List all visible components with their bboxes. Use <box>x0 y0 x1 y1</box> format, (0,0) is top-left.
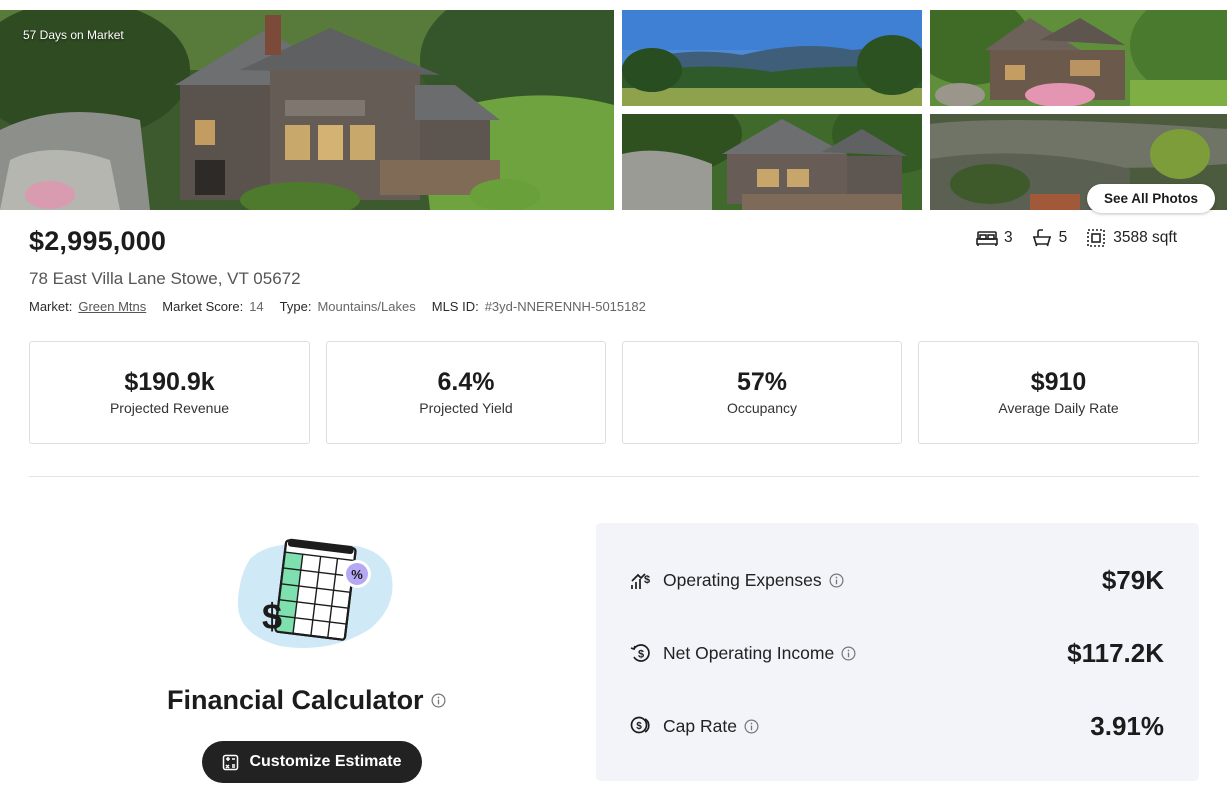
cap-rate-amount: 3.91% <box>1090 710 1164 741</box>
see-all-photos-button[interactable]: See All Photos <box>1087 184 1215 213</box>
photo-gallery: 57 Days on Market See All Photos <box>0 10 1227 213</box>
market-score-label: Market Score: <box>162 299 244 314</box>
gallery-photo-house-exterior[interactable] <box>930 10 1227 106</box>
stat-label: Average Daily Rate <box>998 400 1119 416</box>
operating-expenses-label: Operating Expenses <box>663 569 822 590</box>
financial-summary-panel: $ Operating Expenses $79K $ Net Operatin… <box>596 523 1199 781</box>
info-icon[interactable] <box>841 646 856 661</box>
stat-card-occupancy: 57% Occupancy <box>622 341 902 444</box>
mls-id-value: #3yd-NNERENNH-5015182 <box>484 299 646 314</box>
sqft-value: 3588 sqft <box>1113 229 1178 246</box>
type-label: Type: <box>279 299 312 314</box>
cap-rate-label: Cap Rate <box>663 715 737 736</box>
calculator-sheet-illustration: % $ <box>237 538 393 648</box>
stat-label: Projected Revenue <box>109 400 230 416</box>
main-listing-photo[interactable]: 57 Days on Market <box>0 10 614 210</box>
customize-estimate-button[interactable]: Customize Estimate <box>202 741 422 783</box>
stat-card-projected-revenue: $190.9k Projected Revenue <box>29 341 310 444</box>
stats-cards: $190.9k Projected Revenue 6.4% Projected… <box>29 341 1199 444</box>
net-operating-income-label: Net Operating Income <box>663 642 835 663</box>
bed-icon <box>976 231 998 246</box>
stat-label: Projected Yield <box>419 400 513 416</box>
stat-value: $910 <box>1030 368 1087 396</box>
section-divider <box>29 476 1199 477</box>
coins-icon: $ <box>630 716 650 734</box>
svg-text:$: $ <box>262 596 282 637</box>
listing-meta: Market: Green Mtns Market Score: 14 Type… <box>29 299 662 314</box>
svg-text:%: % <box>351 567 363 582</box>
mls-id-label: MLS ID: <box>431 299 479 314</box>
stat-card-projected-yield: 6.4% Projected Yield <box>326 341 606 444</box>
svg-text:$: $ <box>644 574 650 586</box>
chart-dollar-icon: $ <box>631 573 650 589</box>
refresh-dollar-icon: $ <box>630 644 650 662</box>
stat-value: 57% <box>736 368 788 396</box>
market-link[interactable]: Green Mtns <box>78 299 146 314</box>
market-label: Market: <box>29 299 73 314</box>
beds-count: 3 <box>1004 229 1013 246</box>
net-operating-income-amount: $117.2K <box>1067 637 1164 668</box>
info-icon[interactable] <box>431 693 446 708</box>
type-value: Mountains/Lakes <box>317 299 416 314</box>
market-score-value: 14 <box>249 299 264 314</box>
gallery-photo-house-rocks[interactable] <box>622 114 922 210</box>
stat-value: $190.9k <box>124 368 215 396</box>
operating-expenses-amount: $79K <box>1101 564 1164 595</box>
financial-calculator-heading: Financial Calculator <box>167 685 446 716</box>
baths-count: 5 <box>1058 229 1068 246</box>
listing-price: $2,995,000 <box>29 226 167 256</box>
cap-rate-row: $ Cap Rate 3.91% <box>630 706 1164 746</box>
calculator-icon <box>223 754 239 770</box>
stat-value: 6.4% <box>437 368 495 396</box>
property-specs: 3 5 3588 sqft <box>976 229 1177 247</box>
financial-calculator-title: Financial Calculator <box>167 685 424 715</box>
listing-address: 78 East Villa Lane Stowe, VT 05672 <box>29 269 301 288</box>
stat-card-average-daily-rate: $910 Average Daily Rate <box>918 341 1199 444</box>
info-icon[interactable] <box>829 573 844 588</box>
stat-label: Occupancy <box>726 400 798 416</box>
svg-text:$: $ <box>638 649 644 661</box>
operating-expenses-row: $ Operating Expenses $79K <box>630 560 1164 600</box>
gallery-photo-mountains[interactable] <box>622 10 922 106</box>
baths-spec: 5 <box>1031 229 1068 247</box>
net-operating-income-row: $ Net Operating Income $117.2K <box>630 633 1164 673</box>
sqft-spec: 3588 sqft <box>1085 229 1177 247</box>
bathtub-icon <box>1032 229 1051 247</box>
days-on-market-badge: 57 Days on Market <box>23 28 124 42</box>
floor-area-icon <box>1087 229 1106 247</box>
beds-spec: 3 <box>976 229 1013 247</box>
customize-estimate-label: Customize Estimate <box>249 753 402 770</box>
svg-text:$: $ <box>636 721 642 732</box>
info-icon[interactable] <box>744 719 759 734</box>
